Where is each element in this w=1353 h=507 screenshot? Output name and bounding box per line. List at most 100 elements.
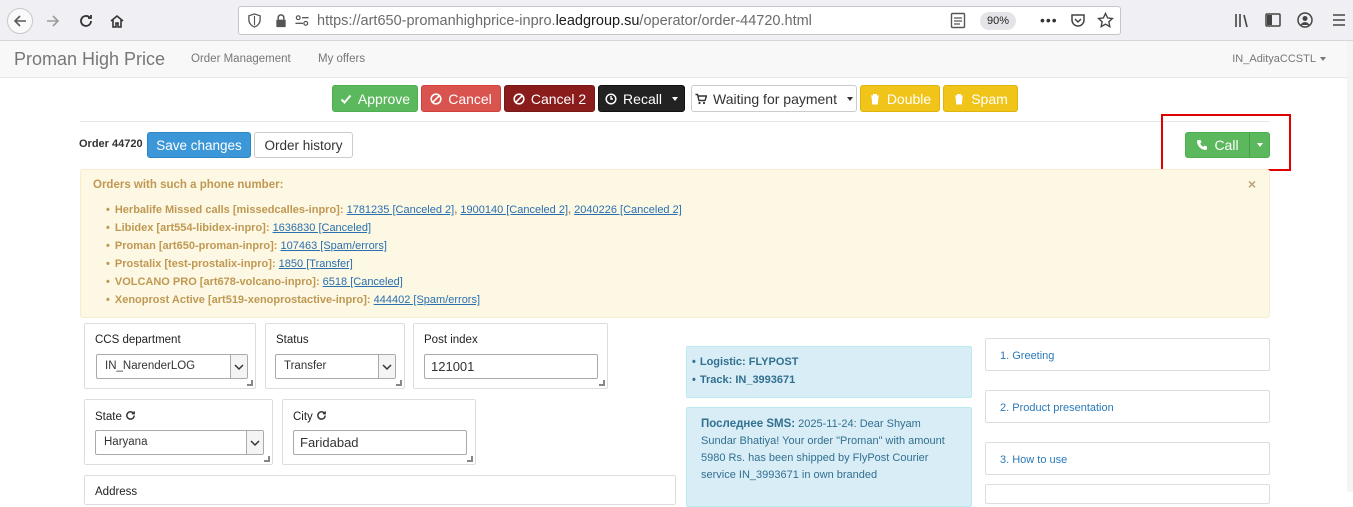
shield-icon[interactable]: [247, 13, 262, 28]
ccs-department-value: IN_NarenderLOG: [105, 360, 196, 372]
phone-orders-alert: Orders with such a phone number: × Herba…: [80, 169, 1270, 318]
ban-icon: [513, 92, 525, 105]
order-link[interactable]: 1781235 [Canceled 2]: [347, 204, 455, 216]
logistic-value: Logistic: FLYPOST: [692, 356, 971, 374]
recall-button[interactable]: Recall: [598, 85, 685, 112]
resize-handle[interactable]: [396, 380, 402, 386]
order-link[interactable]: 1850 [Transfer]: [279, 258, 353, 270]
cancel-button[interactable]: Cancel: [421, 85, 501, 112]
sidebar-icon[interactable]: [1264, 11, 1282, 29]
back-button[interactable]: [7, 8, 33, 34]
last-sms-label: Последнее SMS:: [701, 418, 796, 430]
reader-view-icon[interactable]: [950, 12, 966, 29]
caret-down-icon: [846, 96, 853, 101]
nav-order-management[interactable]: Order Management: [191, 53, 291, 65]
reload-button[interactable]: [73, 8, 99, 34]
logistics-info: Logistic: FLYPOST Track: IN_3993671: [686, 346, 972, 398]
pocket-icon[interactable]: [1070, 12, 1086, 28]
permissions-icon[interactable]: [294, 13, 310, 28]
user-menu[interactable]: IN_AdityaCCSTL: [1232, 53, 1326, 65]
script-step-how-to-use[interactable]: 3. How to use: [985, 442, 1270, 475]
trash-icon: [955, 93, 964, 104]
clock-icon: [605, 92, 617, 105]
bookmark-star-icon[interactable]: [1097, 12, 1114, 29]
list-item: Prostalix [test-prostalix-inpro]: 1850 […: [106, 258, 682, 276]
call-dropdown-toggle[interactable]: [1249, 132, 1270, 158]
call-label: Call: [1214, 137, 1239, 153]
caret-down-icon: [1256, 143, 1263, 147]
library-icon[interactable]: [1233, 11, 1251, 29]
lock-icon[interactable]: [274, 13, 288, 28]
list-item: VOLCANO PRO [art678-volcano-inpro]: 6518…: [106, 276, 682, 294]
status-value: Transfer: [284, 360, 327, 372]
cancel2-button[interactable]: Cancel 2: [504, 85, 595, 112]
browser-toolbar: https://art650-promanhighprice-inpro.lea…: [0, 0, 1353, 41]
refresh-icon[interactable]: [125, 410, 136, 421]
city-panel: City Faridabad: [282, 399, 476, 465]
home-button[interactable]: [104, 8, 130, 34]
account-icon[interactable]: [1296, 11, 1314, 29]
home-icon: [110, 14, 124, 28]
phone-icon: [1197, 140, 1208, 150]
close-icon[interactable]: ×: [1248, 176, 1256, 192]
page-actions-menu[interactable]: •••: [1040, 12, 1058, 28]
spam-label: Spam: [971, 90, 1008, 107]
state-value: Haryana: [104, 436, 148, 448]
order-link[interactable]: 107463 [Spam/errors]: [281, 240, 387, 252]
resize-handle[interactable]: [599, 380, 605, 386]
chevron-down-icon: [246, 431, 263, 454]
caret-down-icon: [671, 96, 678, 101]
nav-my-offers[interactable]: My offers: [318, 53, 365, 65]
address-label: Address: [95, 486, 138, 498]
cancel2-label: Cancel 2: [530, 90, 587, 107]
double-label: Double: [886, 90, 932, 107]
post-index-input[interactable]: 121001: [424, 354, 598, 379]
state-select[interactable]: Haryana: [95, 430, 264, 455]
ccs-department-select[interactable]: IN_NarenderLOG: [96, 354, 248, 379]
city-label: City: [293, 410, 327, 423]
chevron-down-icon: [230, 355, 247, 378]
ban-icon: [430, 92, 442, 105]
order-link[interactable]: 6518 [Canceled]: [323, 276, 403, 288]
divider: [80, 121, 1270, 122]
script-step-product-presentation[interactable]: 2. Product presentation: [985, 390, 1270, 423]
waiting-payment-button[interactable]: Waiting for payment: [691, 85, 857, 112]
status-panel: Status Transfer: [265, 323, 405, 389]
city-input[interactable]: Faridabad: [293, 430, 467, 455]
order-link[interactable]: 444402 [Spam/errors]: [374, 294, 480, 306]
save-changes-button[interactable]: Save changes: [147, 132, 251, 158]
zoom-indicator[interactable]: 90%: [980, 12, 1016, 30]
resize-handle[interactable]: [247, 380, 253, 386]
script-step-greeting[interactable]: 1. Greeting: [985, 338, 1270, 371]
user-name: IN_AdityaCCSTL: [1232, 53, 1316, 65]
forward-button[interactable]: [40, 8, 66, 34]
double-button[interactable]: Double: [860, 85, 940, 112]
call-button[interactable]: Call: [1185, 132, 1250, 158]
address-bar[interactable]: https://art650-promanhighprice-inpro.lea…: [238, 6, 1121, 35]
resize-handle[interactable]: [264, 456, 270, 462]
refresh-icon[interactable]: [316, 410, 327, 421]
track-value: Track: IN_3993671: [692, 374, 971, 392]
recall-label: Recall: [623, 90, 662, 107]
check-icon: [340, 94, 352, 104]
page-scrollbar[interactable]: [1347, 41, 1353, 492]
url-text: https://art650-promanhighprice-inpro.lea…: [317, 13, 812, 29]
approve-button[interactable]: Approve: [332, 85, 418, 112]
waiting-payment-label: Waiting for payment: [713, 90, 837, 107]
script-step-next[interactable]: [985, 484, 1270, 504]
brand-title[interactable]: Proman High Price: [14, 49, 165, 70]
order-link[interactable]: 1636830 [Canceled]: [273, 222, 371, 234]
app-navbar: Proman High Price Order Management My of…: [0, 41, 1353, 78]
order-history-button[interactable]: Order history: [254, 132, 353, 158]
order-link[interactable]: 2040226 [Canceled 2]: [574, 204, 682, 216]
status-select[interactable]: Transfer: [275, 354, 396, 379]
alert-title: Orders with such a phone number:: [93, 179, 284, 191]
list-item: Proman [art650-proman-inpro]: 107463 [Sp…: [106, 240, 682, 258]
reload-icon: [80, 15, 92, 27]
order-link[interactable]: 1900140 [Canceled 2]: [460, 204, 568, 216]
approve-label: Approve: [357, 90, 411, 107]
resize-handle[interactable]: [467, 456, 473, 462]
list-item: Libidex [art554-libidex-inpro]: 1636830 …: [106, 222, 682, 240]
spam-button[interactable]: Spam: [943, 85, 1018, 112]
menu-icon[interactable]: [1330, 11, 1348, 29]
